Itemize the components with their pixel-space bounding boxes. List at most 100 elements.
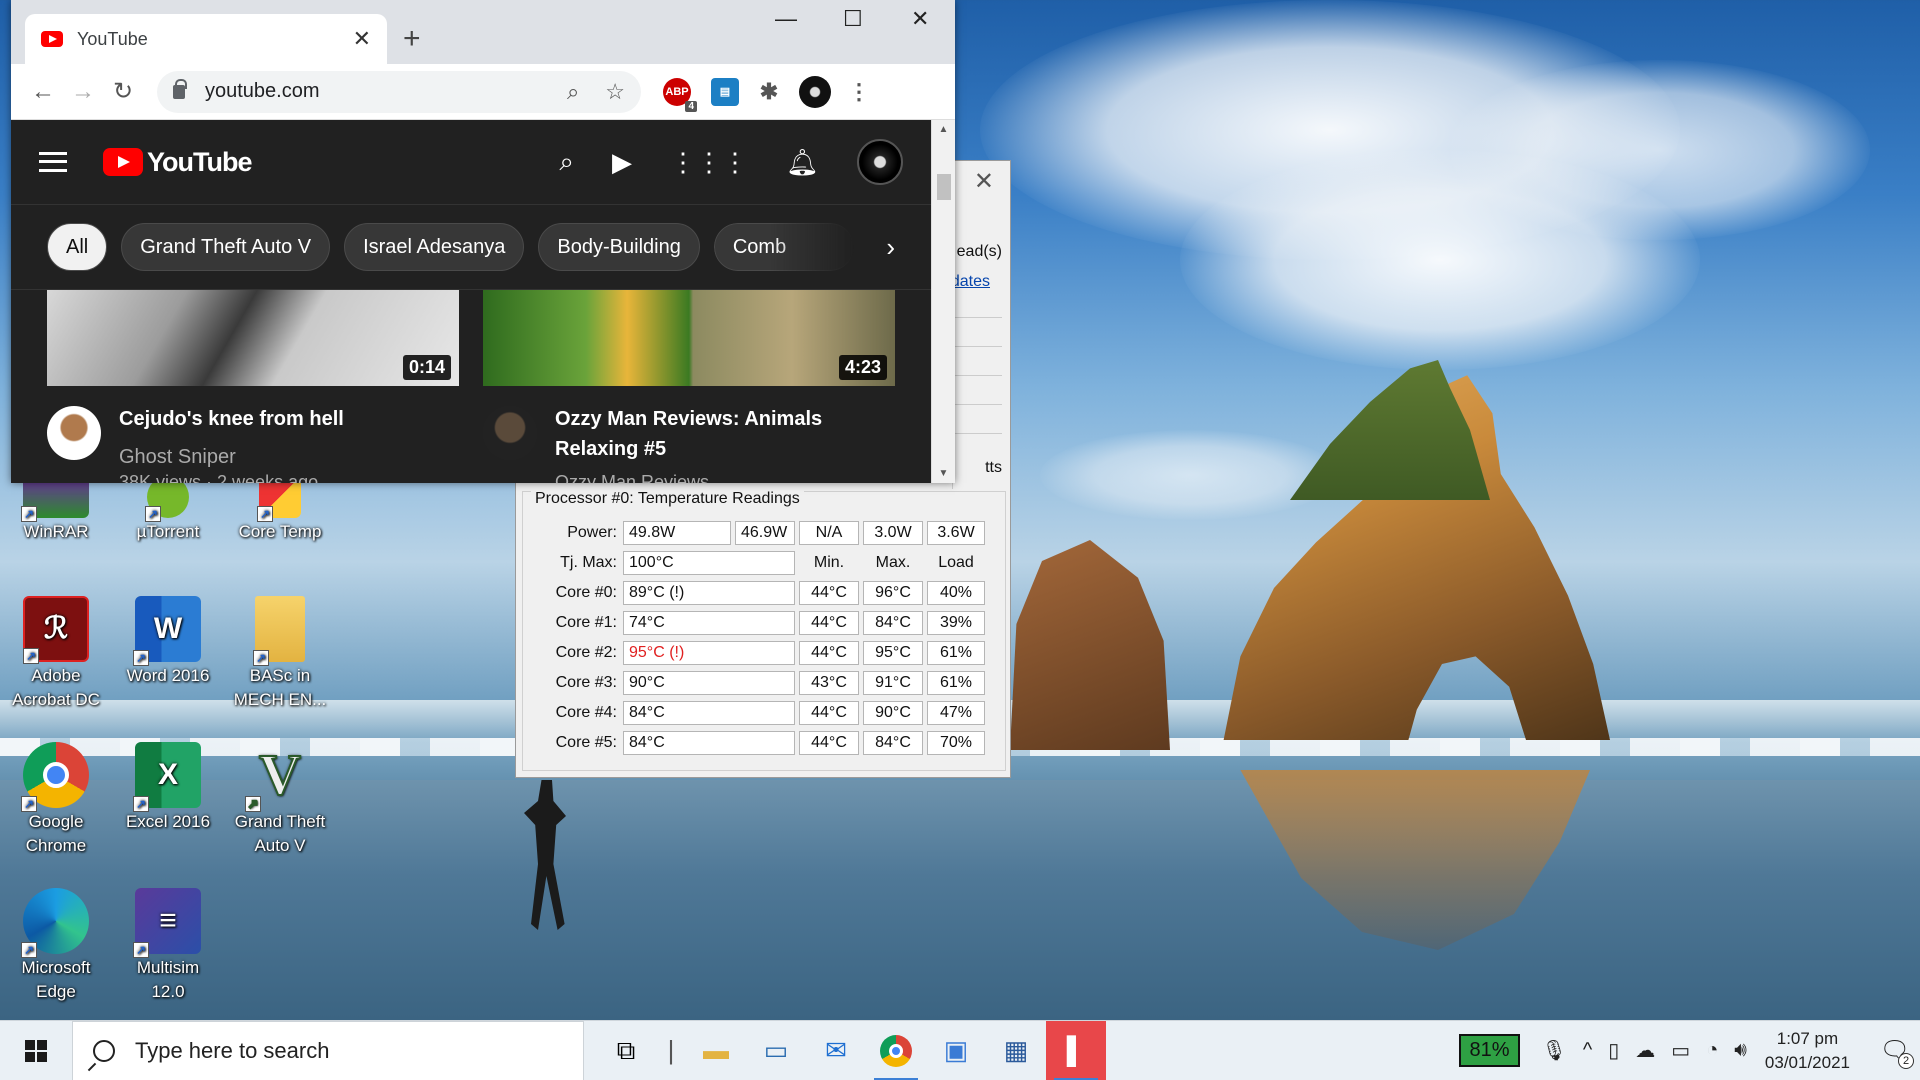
notifications-bell-icon[interactable]: 🔔︎: [786, 147, 819, 178]
coretemp-taskbar-icon[interactable]: ▌: [1046, 1020, 1106, 1080]
channel-avatar[interactable]: [47, 406, 101, 460]
core-max: 95°C: [863, 641, 923, 665]
chrome-icon: ↗: [21, 742, 89, 812]
youtube-logo[interactable]: YouTube: [103, 147, 252, 178]
create-video-icon[interactable]: ▶: [612, 147, 632, 178]
shortcut-arrow-icon: ↗: [257, 506, 273, 522]
shortcut-arrow-icon: ↗: [23, 648, 39, 664]
computer-icon[interactable]: ▭: [746, 1021, 806, 1080]
reader-extension-icon[interactable]: ▤: [711, 77, 739, 106]
power-value: N/A: [799, 521, 859, 545]
chip-all[interactable]: All: [47, 223, 108, 271]
tab-close-icon[interactable]: ✕: [353, 26, 371, 52]
core-row: Core #5: 84°C 44°C 84°C 70%: [523, 730, 989, 756]
battery-percent[interactable]: 81%: [1459, 1034, 1520, 1067]
reload-icon[interactable]: ↻: [103, 77, 143, 106]
channel-avatar[interactable]: [483, 406, 537, 460]
file-explorer-icon[interactable]: ▬: [686, 1021, 746, 1080]
shortcut-arrow-icon: ↗: [21, 942, 37, 958]
profile-avatar[interactable]: [799, 75, 831, 108]
shortcut-arrow-icon: ↗: [21, 796, 37, 812]
shortcut-arrow-icon: ↗: [133, 942, 149, 958]
clock[interactable]: 1:07 pm 03/01/2021: [1765, 1027, 1850, 1075]
core-label: Core #1:: [555, 614, 617, 631]
desktop-icon-excel[interactable]: X ↗ Excel 2016: [118, 742, 218, 834]
mail-icon[interactable]: ✉: [806, 1021, 866, 1080]
maximize-button[interactable]: ☐: [843, 6, 863, 32]
taskbar-search-box[interactable]: Type here to search: [72, 1020, 584, 1080]
chip-bodybuilding[interactable]: Body-Building: [538, 223, 700, 271]
battery-icon[interactable]: ▭: [1671, 1038, 1690, 1063]
minimize-button[interactable]: —: [775, 6, 797, 32]
search-icon[interactable]: ⌕: [559, 146, 574, 178]
coretemp-threads-text: ead(s): [956, 243, 1002, 260]
chip-gta[interactable]: Grand Theft Auto V: [121, 223, 331, 271]
new-tab-button[interactable]: +: [403, 22, 421, 56]
video-title-line2[interactable]: Relaxing #5: [555, 434, 666, 464]
shortcut-arrow-icon: ↗: [133, 650, 149, 666]
desktop-icon-folder[interactable]: ↗ BASc in MECH EN...: [230, 596, 330, 712]
scroll-down-icon[interactable]: ▼: [932, 468, 955, 479]
windows-logo-icon: [25, 1039, 47, 1062]
action-center-icon[interactable]: 🗨︎ 2: [1870, 1036, 1920, 1069]
bookmark-star-icon[interactable]: ☆: [605, 79, 625, 105]
folder-icon: ↗: [253, 596, 305, 666]
scrollbar-thumb[interactable]: [937, 174, 951, 200]
back-icon[interactable]: ←: [23, 78, 63, 106]
page-scrollbar[interactable]: ▲ ▼: [931, 120, 955, 483]
desktop-icon-edge[interactable]: ↗ Microsoft Edge: [6, 888, 106, 1004]
desktop-icon-utorrent[interactable]: ↗ µTorrent: [118, 476, 218, 544]
extensions-puzzle-icon[interactable]: ✱: [755, 78, 783, 106]
min-header: Min.: [813, 554, 845, 571]
desktop-icon-acrobat[interactable]: ℛ ↗ Adobe Acrobat DC: [6, 596, 106, 712]
video-title-line1[interactable]: Ozzy Man Reviews: Animals: [555, 404, 822, 434]
control-panel-icon[interactable]: ▣: [926, 1021, 986, 1080]
desktop-icon-winrar[interactable]: ↗ WinRAR: [6, 476, 106, 544]
acrobat-icon: ℛ ↗: [23, 596, 89, 664]
chrome-taskbar-icon[interactable]: [866, 1021, 926, 1080]
forward-icon[interactable]: →: [63, 78, 103, 106]
address-bar[interactable]: youtube.com ⌕ ☆: [157, 70, 641, 113]
onedrive-cloud-icon[interactable]: ☁: [1635, 1038, 1655, 1063]
word-icon: W ↗: [133, 596, 201, 666]
adblock-extension-icon[interactable]: ABP 4: [663, 77, 697, 112]
video-channel[interactable]: Ozzy Man Reviews: [555, 472, 709, 483]
phone-icon[interactable]: ▯: [1608, 1038, 1619, 1063]
microphone-icon[interactable]: 🎙︎: [1542, 1038, 1567, 1063]
task-view-icon[interactable]: ⧉: [596, 1021, 656, 1080]
core-row: Core #2: 95°C (!) 44°C 95°C 61%: [523, 640, 989, 666]
device-manager-icon[interactable]: ▦: [986, 1021, 1046, 1080]
core-min: 44°C: [799, 701, 859, 725]
core-temp: 84°C: [623, 701, 795, 725]
hamburger-menu-icon[interactable]: [39, 152, 67, 172]
desktop-icon-label-line2: Edge: [36, 982, 76, 1001]
chip-adesanya[interactable]: Israel Adesanya: [344, 223, 525, 271]
desktop-icon-gta[interactable]: V ↗ Grand Theft Auto V: [230, 742, 330, 858]
desktop-icon-word[interactable]: W ↗ Word 2016: [118, 596, 218, 688]
tab-youtube[interactable]: YouTube ✕: [25, 14, 387, 64]
video-title[interactable]: Cejudo's knee from hell: [119, 404, 344, 434]
scroll-up-icon[interactable]: ▲: [932, 124, 955, 135]
apps-grid-icon[interactable]: ⋮⋮⋮: [670, 147, 748, 178]
chrome-menu-icon[interactable]: ⋮: [845, 78, 873, 106]
chip-combat[interactable]: Comb: [713, 223, 854, 271]
close-window-button[interactable]: ✕: [911, 6, 929, 32]
volume-icon[interactable]: 🔊︎: [1734, 1039, 1747, 1062]
power-value: 46.9W: [735, 521, 795, 545]
core-row: Core #4: 84°C 44°C 90°C 47%: [523, 700, 989, 726]
wifi-icon[interactable]: ◔: [1706, 1039, 1718, 1062]
desktop-icon-coretemp[interactable]: ↗ Core Temp: [230, 476, 330, 544]
zoom-icon[interactable]: ⌕: [567, 79, 579, 105]
desktop-icon-multisim[interactable]: ≡ ↗ Multisim 12.0: [118, 888, 218, 1004]
youtube-avatar[interactable]: [857, 139, 903, 185]
video-thumbnail[interactable]: 4:23: [483, 290, 895, 386]
video-channel[interactable]: Ghost Sniper: [119, 446, 236, 469]
desktop-icon-chrome[interactable]: ↗ Google Chrome: [6, 742, 106, 858]
video-thumbnail[interactable]: 0:14: [47, 290, 459, 386]
desktop-icon-label-line2: MECH EN...: [233, 690, 327, 709]
chip-next-icon[interactable]: ›: [886, 232, 895, 263]
coretemp-close-button[interactable]: ✕: [974, 167, 994, 196]
show-hidden-icons-icon[interactable]: ^: [1583, 1039, 1592, 1062]
core-temp: 84°C: [623, 731, 795, 755]
start-button[interactable]: [0, 1021, 72, 1080]
